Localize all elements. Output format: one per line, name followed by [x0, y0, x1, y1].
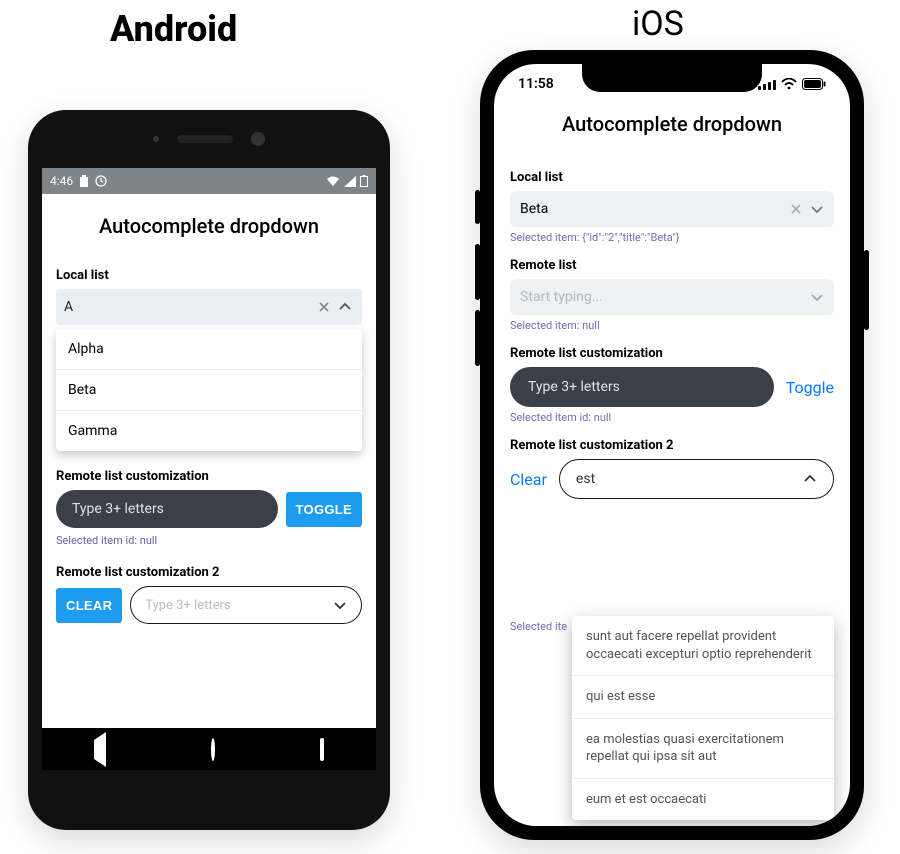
iphone-screen: 11:58	[494, 64, 850, 826]
section-label-remote-custom: Remote list customization	[56, 469, 362, 484]
section-label-remote-list: Remote list	[510, 258, 834, 273]
platform-label-android: Android	[110, 8, 237, 50]
chevron-up-icon[interactable]	[803, 474, 817, 484]
remote-custom-placeholder: Type 3+ letters	[72, 501, 164, 517]
clear-button[interactable]: Clear	[510, 470, 547, 489]
local-list-input[interactable]: Beta	[510, 191, 834, 227]
toggle-button[interactable]: Toggle	[786, 378, 834, 397]
remote-custom-input[interactable]: Type 3+ letters	[56, 490, 278, 528]
remote-custom-hint: Selected item id: null	[56, 534, 362, 547]
clear-icon[interactable]	[782, 203, 810, 215]
local-list-input-value: Beta	[520, 201, 548, 217]
iphone-device-frame: 11:58	[480, 50, 864, 840]
section-label-local-list: Local list	[56, 268, 362, 283]
page-title: Autocomplete dropdown	[56, 204, 362, 256]
remote-custom2-value: est	[576, 471, 595, 487]
section-label-remote-custom: Remote list customization	[510, 346, 834, 361]
dropdown-item[interactable]: eum et est occaecati	[572, 779, 834, 821]
status-time: 4:46	[50, 174, 73, 188]
clock-icon	[95, 175, 107, 187]
remote-custom2-placeholder: Type 3+ letters	[145, 598, 230, 613]
dropdown-item[interactable]: sunt aut facere repellat provident occae…	[572, 616, 834, 676]
android-device-frame: 4:46	[28, 110, 390, 830]
chevron-down-icon[interactable]	[810, 292, 824, 302]
android-screen: 4:46	[42, 168, 376, 770]
dropdown-item[interactable]: ea molestias quasi exercitationem repell…	[572, 719, 834, 779]
battery-icon	[802, 78, 826, 90]
android-nav-bar	[42, 728, 376, 770]
android-status-bar: 4:46	[42, 168, 376, 194]
dropdown-item[interactable]: Gamma	[56, 411, 362, 451]
status-time: 11:58	[518, 76, 554, 92]
dropdown-item[interactable]: Beta	[56, 370, 362, 411]
battery-icon	[79, 175, 89, 187]
clear-button[interactable]: CLEAR	[56, 588, 122, 623]
dropdown-item[interactable]: qui est esse	[572, 676, 834, 719]
remote-custom2-hint-truncated: Selected ite	[510, 620, 567, 633]
section-label-remote-custom-2: Remote list customization 2	[510, 438, 834, 453]
section-label-local-list: Local list	[510, 170, 834, 185]
local-list-input[interactable]: A	[56, 289, 362, 325]
remote-list-hint: Selected item: null	[510, 319, 834, 332]
wifi-icon	[326, 176, 340, 187]
local-list-hint: Selected item: {"id":"2","title":"Beta"}	[510, 231, 834, 244]
section-label-remote-custom-2: Remote list customization 2	[56, 565, 362, 580]
chevron-down-icon[interactable]	[333, 600, 347, 610]
toggle-button[interactable]: TOGGLE	[286, 492, 362, 527]
nav-back-button[interactable]	[94, 740, 106, 759]
local-list-dropdown: Alpha Beta Gamma	[56, 329, 362, 451]
cell-signal-icon	[344, 176, 356, 187]
battery-outline-icon	[360, 175, 368, 187]
remote-custom-placeholder: Type 3+ letters	[528, 379, 620, 395]
clear-icon[interactable]	[312, 301, 336, 313]
platform-label-ios: iOS	[632, 4, 684, 44]
android-earpiece	[28, 132, 390, 146]
remote-custom2-dropdown: sunt aut facere repellat provident occae…	[572, 616, 834, 820]
dropdown-item[interactable]: Alpha	[56, 329, 362, 370]
chevron-up-icon[interactable]	[336, 302, 354, 312]
iphone-notch	[582, 64, 762, 92]
nav-home-button[interactable]	[211, 740, 215, 759]
nav-recents-button[interactable]	[320, 740, 324, 759]
remote-list-placeholder: Start typing...	[520, 289, 603, 305]
remote-custom2-input[interactable]: est	[559, 459, 834, 499]
wifi-icon	[781, 78, 797, 90]
local-list-input-value: A	[64, 299, 73, 315]
remote-custom-input[interactable]: Type 3+ letters	[510, 367, 774, 407]
remote-custom-hint: Selected item id: null	[510, 411, 834, 424]
remote-list-input[interactable]: Start typing...	[510, 279, 834, 315]
page-title: Autocomplete dropdown	[510, 106, 834, 156]
chevron-down-icon[interactable]	[810, 204, 824, 214]
remote-custom2-input[interactable]: Type 3+ letters	[130, 586, 362, 624]
